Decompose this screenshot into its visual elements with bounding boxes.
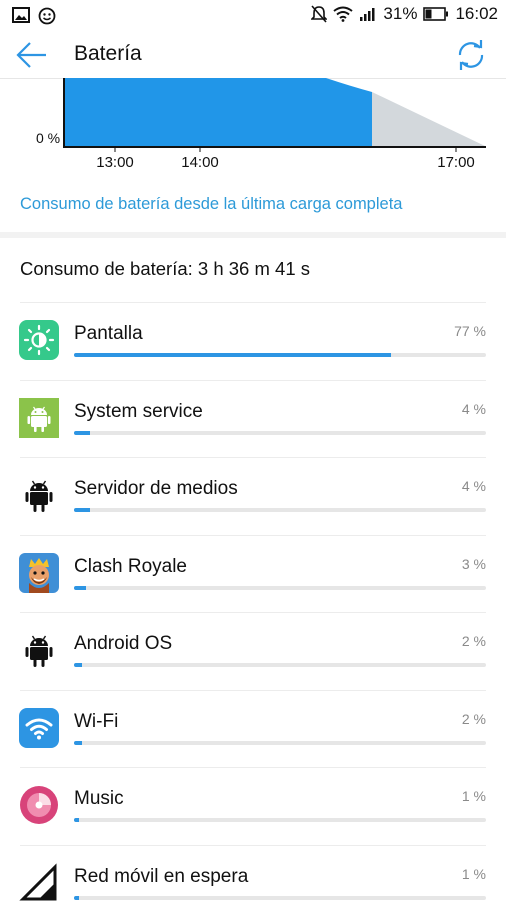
battery-usage-area (64, 78, 372, 146)
status-bar: 31% 16:02 (0, 0, 506, 32)
usage-bar-track (74, 586, 486, 590)
battery-projection-area (372, 92, 485, 146)
usage-bar-fill (74, 741, 82, 745)
list-item[interactable]: Red móvil en espera 1 % (0, 846, 506, 923)
app-percent: 1 % (462, 866, 486, 882)
usage-bar-fill (74, 818, 79, 822)
screen-brightness-icon (19, 320, 59, 360)
page-title: Batería (74, 42, 142, 66)
image-notification-icon (12, 7, 30, 23)
status-bar-left (12, 7, 56, 25)
chart-x-tick-label: 17:00 (437, 154, 475, 171)
app-percent: 2 % (462, 711, 486, 727)
usage-bar-track (74, 818, 486, 822)
android-black-icon (19, 475, 59, 515)
usage-bar-track (74, 508, 486, 512)
wifi-status-icon (333, 6, 353, 22)
battery-chart: 0 % 13:00 14:00 17:00 (0, 78, 506, 188)
mute-icon (311, 5, 327, 23)
refresh-icon[interactable] (454, 38, 488, 72)
app-percent: 3 % (462, 556, 486, 572)
cellular-signal-icon (19, 863, 59, 903)
chart-y-zero-label: 0 % (36, 130, 60, 146)
usage-bar-track (74, 663, 486, 667)
chart-x-tick-label: 14:00 (181, 154, 219, 171)
app-percent: 4 % (462, 478, 486, 494)
clash-royale-icon (19, 553, 59, 593)
app-name: System service (74, 401, 203, 423)
app-header: Batería (0, 32, 506, 79)
wifi-icon (19, 708, 59, 748)
list-item[interactable]: System service 4 % (0, 381, 506, 459)
signal-status-icon (359, 6, 377, 22)
usage-bar-fill (74, 663, 82, 667)
list-item[interactable]: Wi-Fi 2 % (0, 691, 506, 769)
list-item[interactable]: Music 1 % (0, 768, 506, 846)
section-separator (0, 232, 506, 238)
chart-x-tick-label: 13:00 (96, 154, 134, 171)
android-black-icon (19, 630, 59, 670)
app-name: Wi-Fi (74, 711, 118, 733)
usage-bar-fill (74, 586, 86, 590)
battery-chart-svg (0, 78, 506, 188)
usage-bar-fill (74, 431, 90, 435)
list-item[interactable]: Clash Royale 3 % (0, 536, 506, 614)
app-name: Red móvil en espera (74, 866, 248, 888)
usage-bar-fill (74, 508, 90, 512)
since-full-charge-link[interactable]: Consumo de batería desde la última carga… (20, 195, 402, 214)
app-name: Pantalla (74, 323, 143, 345)
usage-bar-fill (74, 896, 79, 900)
arrow-left-icon[interactable] (14, 38, 50, 72)
app-percent: 1 % (462, 788, 486, 804)
app-name: Clash Royale (74, 556, 187, 578)
android-green-icon (19, 398, 59, 438)
usage-bar-track (74, 353, 486, 357)
usage-bar-track (74, 431, 486, 435)
app-name: Music (74, 788, 124, 810)
clock: 16:02 (455, 4, 498, 24)
list-item[interactable]: Android OS 2 % (0, 613, 506, 691)
music-icon (19, 785, 59, 825)
smiley-notification-icon (38, 7, 56, 25)
app-name: Android OS (74, 633, 172, 655)
usage-bar-track (74, 896, 486, 900)
status-bar-right: 31% 16:02 (311, 4, 498, 24)
app-name: Servidor de medios (74, 478, 238, 500)
app-percent: 4 % (462, 401, 486, 417)
usage-bar-track (74, 741, 486, 745)
app-percent: 2 % (462, 633, 486, 649)
app-usage-list: Pantalla 77 % System service 4 % (0, 303, 506, 923)
app-percent: 77 % (454, 323, 486, 339)
total-usage-text: Consumo de batería: 3 h 36 m 41 s (20, 258, 310, 280)
battery-percent: 31% (383, 4, 417, 24)
list-item[interactable]: Servidor de medios 4 % (0, 458, 506, 536)
list-item[interactable]: Pantalla 77 % (0, 303, 506, 381)
battery-icon (423, 7, 449, 21)
usage-bar-fill (74, 353, 391, 357)
